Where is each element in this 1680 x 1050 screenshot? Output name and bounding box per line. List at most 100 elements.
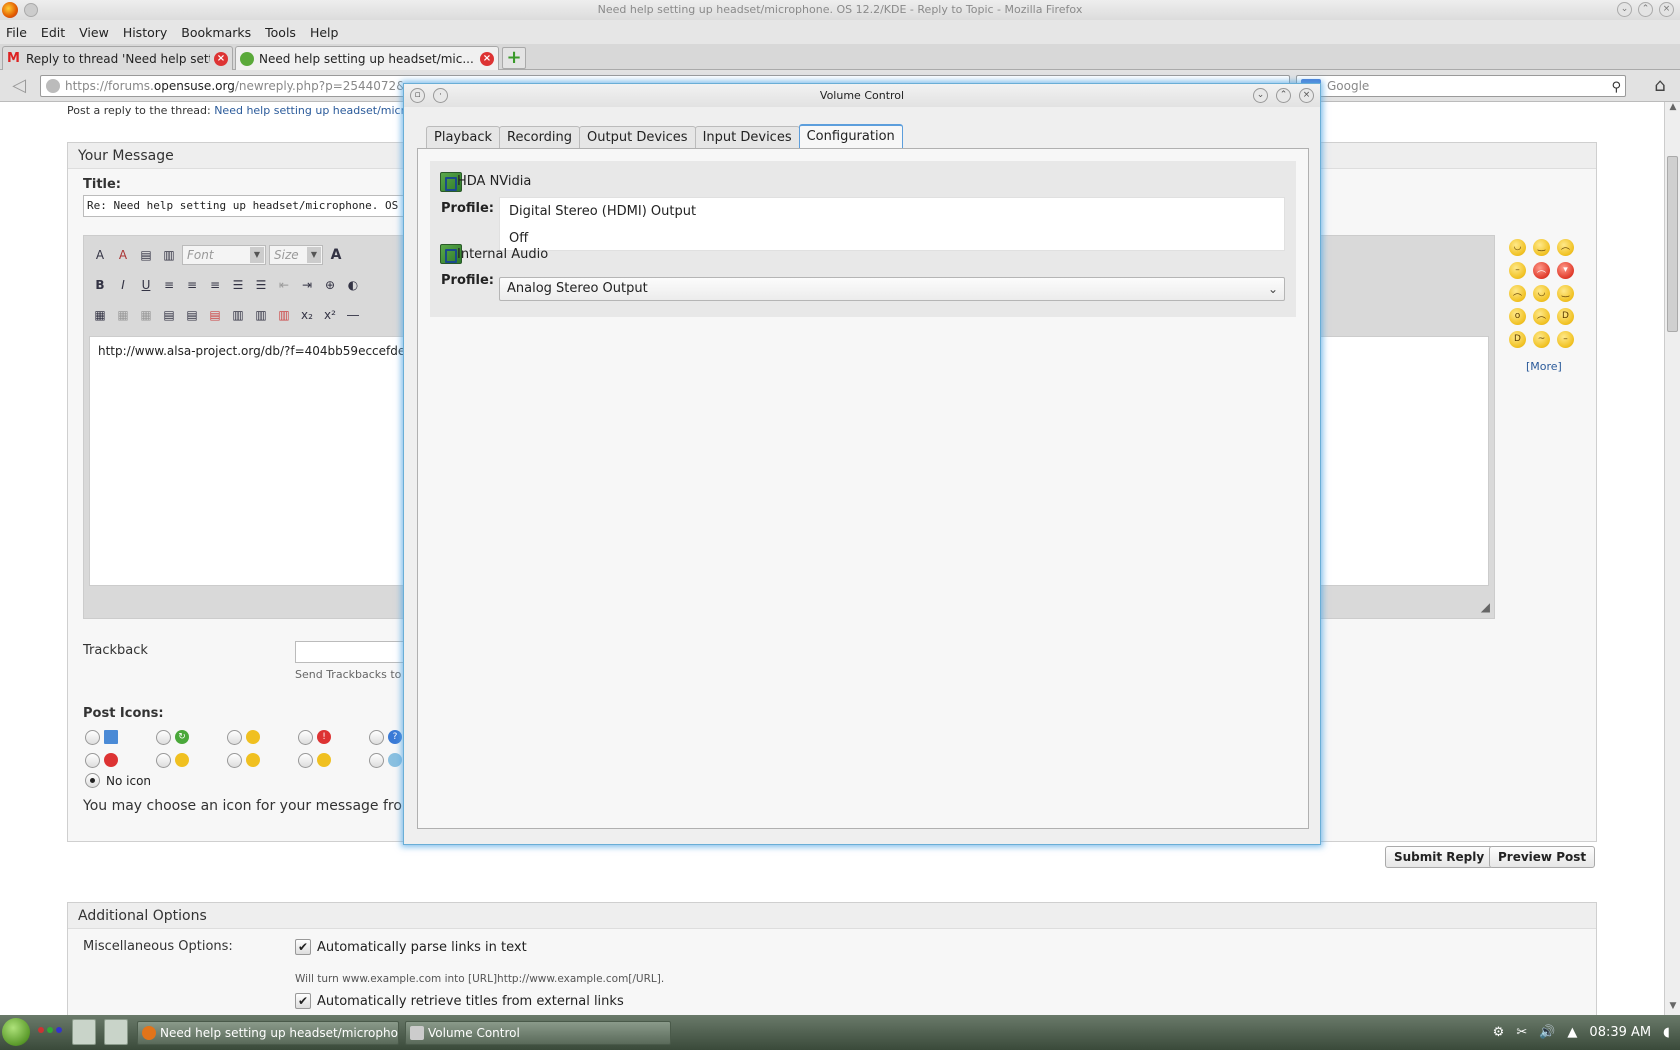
- smiley-icon[interactable]: o: [1509, 308, 1526, 325]
- retrieve-titles-checkbox[interactable]: ✔: [295, 993, 311, 1009]
- minimize-button[interactable]: ⌄: [1617, 2, 1632, 17]
- post-icon-radio[interactable]: [298, 729, 313, 745]
- post-icon-radio[interactable]: [298, 752, 313, 768]
- smiley-icon[interactable]: ︵: [1509, 285, 1526, 302]
- horizontal-rule-icon[interactable]: ―: [343, 305, 363, 325]
- preview-post-button[interactable]: Preview Post: [1489, 846, 1596, 868]
- italic-icon[interactable]: I: [113, 275, 133, 295]
- scroll-down-icon[interactable]: ▼: [1665, 1001, 1680, 1015]
- table-props-icon[interactable]: ▦: [113, 305, 133, 325]
- superscript-icon[interactable]: x²: [320, 305, 340, 325]
- close-button[interactable]: ×: [1299, 88, 1314, 103]
- smiley-icon[interactable]: ◡: [1509, 239, 1526, 256]
- minimize-button[interactable]: ⌄: [1253, 88, 1268, 103]
- tab-recording[interactable]: Recording: [499, 126, 581, 149]
- search-bar[interactable]: Google ⚲: [1296, 75, 1626, 97]
- tab-output-devices[interactable]: Output Devices: [579, 126, 696, 149]
- activity-dots[interactable]: [38, 1027, 62, 1033]
- post-icon-radio[interactable]: [85, 752, 100, 768]
- no-icon-radio[interactable]: [85, 773, 100, 788]
- maximize-button[interactable]: ⌃: [1638, 2, 1653, 17]
- menu-help[interactable]: Help: [310, 25, 339, 40]
- browser-tab-forum[interactable]: Need help setting up headset/mic... ×: [235, 46, 499, 70]
- tab-playback[interactable]: Playback: [426, 126, 501, 149]
- app-menu-icon[interactable]: ▫: [410, 88, 425, 103]
- page-scrollbar[interactable]: ▲ ▼: [1664, 102, 1680, 1015]
- task-firefox[interactable]: Need help setting up headset/microphone: [137, 1021, 399, 1045]
- subscript-icon[interactable]: x₂: [297, 305, 317, 325]
- close-tab-icon[interactable]: ×: [480, 51, 494, 66]
- paste-icon[interactable]: ▤: [136, 245, 156, 265]
- indent-icon[interactable]: ⇥: [297, 275, 317, 295]
- tray-expand-icon[interactable]: ▲: [1567, 1025, 1577, 1040]
- menu-history[interactable]: History: [123, 25, 167, 40]
- font-select[interactable]: Font ▼: [182, 245, 266, 265]
- clock[interactable]: 08:39 AM: [1589, 1025, 1651, 1040]
- smiley-icon[interactable]: ~: [1533, 331, 1550, 348]
- insert-link-icon[interactable]: ⊕: [320, 275, 340, 295]
- smiley-icon[interactable]: ︵: [1533, 308, 1550, 325]
- ordered-list-icon[interactable]: ☰: [228, 275, 248, 295]
- insert-row-above-icon[interactable]: ▤: [159, 305, 179, 325]
- post-icon-radio[interactable]: [227, 729, 242, 745]
- font-color-icon[interactable]: A: [326, 245, 346, 265]
- site-identity-icon[interactable]: [46, 79, 60, 93]
- post-icon-radio[interactable]: [369, 729, 384, 745]
- scroll-up-icon[interactable]: ▲: [1665, 102, 1680, 116]
- close-window-button[interactable]: ×: [1659, 2, 1674, 17]
- power-icon[interactable]: ◖: [1663, 1025, 1670, 1040]
- smiley-icon[interactable]: ▾: [1557, 262, 1574, 279]
- more-smilies-link[interactable]: [More]: [1526, 360, 1589, 373]
- scrollbar-thumb[interactable]: [1667, 156, 1678, 332]
- remove-formatting-icon[interactable]: A: [113, 245, 133, 265]
- menu-edit[interactable]: Edit: [41, 25, 65, 40]
- delete-row-icon[interactable]: ▤: [205, 305, 225, 325]
- paste-text-icon[interactable]: ▥: [159, 245, 179, 265]
- outdent-icon[interactable]: ⇤: [274, 275, 294, 295]
- profile-option-off[interactable]: Off: [500, 225, 1284, 252]
- smiley-icon[interactable]: D: [1509, 331, 1526, 348]
- hda-profile-dropdown-list[interactable]: Digital Stereo (HDMI) Output Off: [499, 197, 1285, 251]
- underline-icon[interactable]: U: [136, 275, 156, 295]
- menu-bookmarks[interactable]: Bookmarks: [181, 25, 251, 40]
- align-center-icon[interactable]: ≡: [182, 275, 202, 295]
- parse-links-checkbox[interactable]: ✔: [295, 939, 311, 955]
- menu-tools[interactable]: Tools: [265, 25, 296, 40]
- insert-row-below-icon[interactable]: ▤: [182, 305, 202, 325]
- menu-view[interactable]: View: [79, 25, 109, 40]
- switch-editor-mode-icon[interactable]: A: [90, 245, 110, 265]
- bold-icon[interactable]: B: [90, 275, 110, 295]
- unordered-list-icon[interactable]: ☰: [251, 275, 271, 295]
- align-right-icon[interactable]: ≡: [205, 275, 225, 295]
- smiley-icon[interactable]: ︵: [1533, 262, 1550, 279]
- post-icon-radio[interactable]: [227, 752, 242, 768]
- post-icon-radio[interactable]: [156, 752, 171, 768]
- submit-reply-button[interactable]: Submit Reply: [1385, 846, 1494, 868]
- window-menu-icon[interactable]: [24, 3, 38, 17]
- size-select[interactable]: Size ▼: [269, 245, 323, 265]
- tab-configuration[interactable]: Configuration: [798, 124, 903, 149]
- show-desktop-icon[interactable]: [72, 1019, 96, 1045]
- browser-tab-gmail[interactable]: M Reply to thread 'Need help settin... ×: [2, 46, 233, 70]
- profile-option-hdmi[interactable]: Digital Stereo (HDMI) Output: [500, 198, 1284, 225]
- new-tab-button[interactable]: +: [502, 47, 526, 69]
- smiley-icon[interactable]: ︵: [1557, 239, 1574, 256]
- home-button[interactable]: ⌂: [1648, 75, 1672, 97]
- task-volume-control[interactable]: Volume Control: [405, 1021, 671, 1045]
- post-icon-radio[interactable]: [85, 729, 100, 745]
- no-icon-option[interactable]: No icon: [85, 773, 151, 788]
- clipboard-scissors-icon[interactable]: ✂: [1516, 1025, 1527, 1040]
- smiley-icon[interactable]: –: [1509, 262, 1526, 279]
- search-binoculars-icon[interactable]: ⚲: [1611, 78, 1621, 98]
- insert-col-right-icon[interactable]: ▥: [251, 305, 271, 325]
- smiley-icon[interactable]: D: [1557, 308, 1574, 325]
- smiley-icon[interactable]: –: [1557, 331, 1574, 348]
- insert-col-left-icon[interactable]: ▥: [228, 305, 248, 325]
- align-left-icon[interactable]: ≡: [159, 275, 179, 295]
- remove-link-icon[interactable]: ◐: [343, 275, 363, 295]
- file-manager-icon[interactable]: [104, 1019, 128, 1045]
- delete-table-icon[interactable]: ▦: [136, 305, 156, 325]
- tab-input-devices[interactable]: Input Devices: [694, 126, 800, 149]
- smiley-icon[interactable]: ‿: [1533, 239, 1550, 256]
- close-tab-icon[interactable]: ×: [214, 51, 228, 66]
